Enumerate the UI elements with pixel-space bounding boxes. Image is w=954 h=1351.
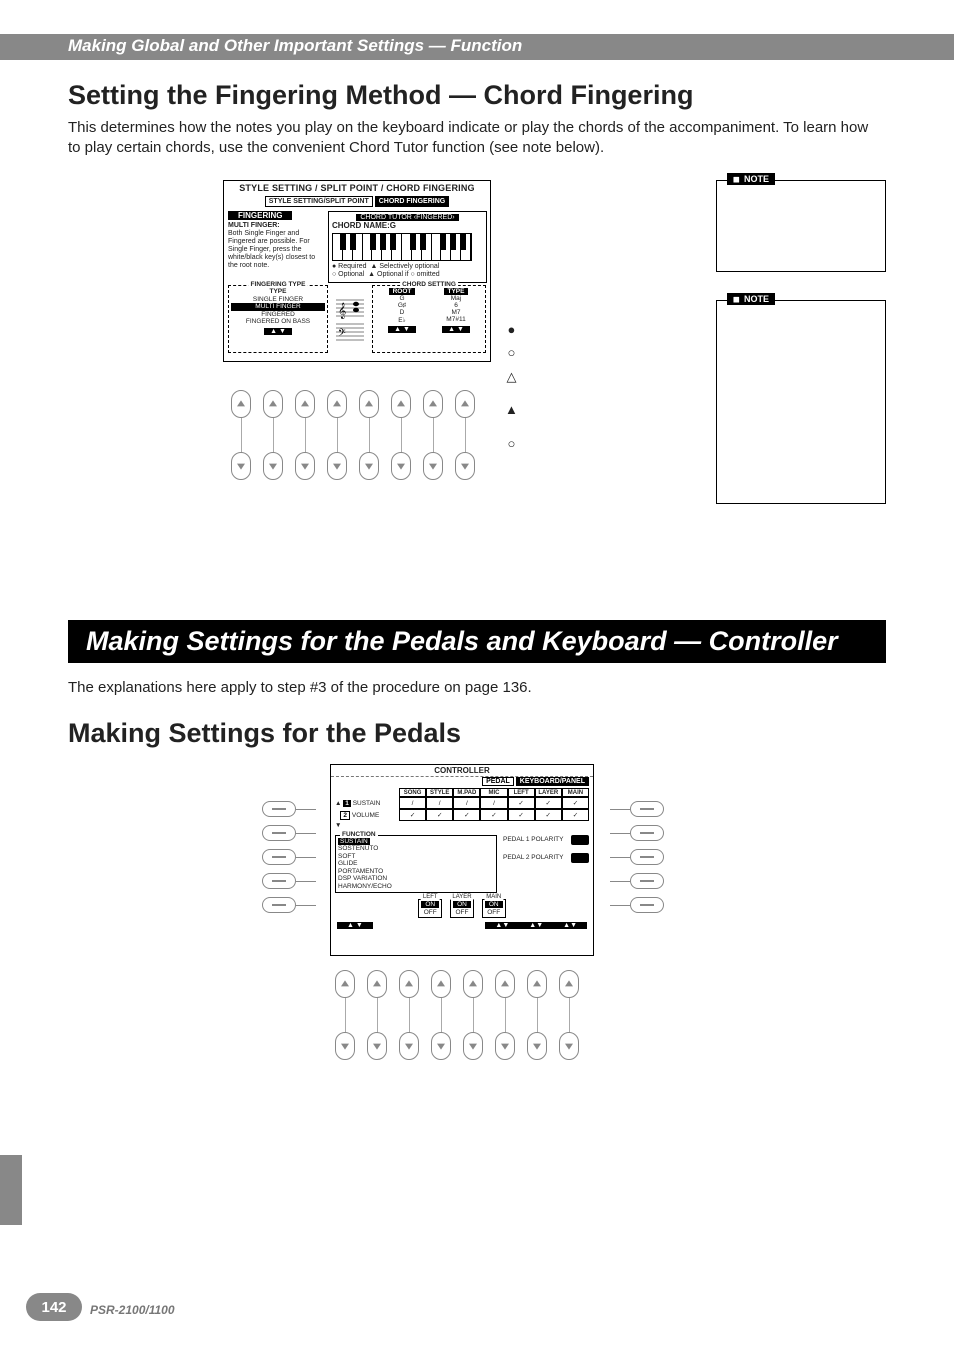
lcd1-tab-chord: CHORD FINGERING xyxy=(375,196,450,207)
panel-buttons-2 xyxy=(332,970,582,1060)
panel-btn-down[interactable] xyxy=(527,1032,547,1060)
panel-btn-down[interactable] xyxy=(327,452,347,480)
lcd1-title: STYLE SETTING / SPLIT POINT / CHORD FING… xyxy=(224,181,490,195)
panel-btn-up[interactable] xyxy=(327,390,347,418)
panel-btn-down[interactable] xyxy=(231,452,251,480)
section2-black-bar: Making Settings for the Pedals and Keybo… xyxy=(68,620,886,663)
side-button-e[interactable] xyxy=(262,894,320,916)
panel-btn-up[interactable] xyxy=(559,970,579,998)
onoff-main: MAIN ONOFF xyxy=(482,899,506,918)
breadcrumb: Making Global and Other Important Settin… xyxy=(68,36,522,56)
panel-btn-up[interactable] xyxy=(231,390,251,418)
row-arrow-icon: ▲ xyxy=(335,800,341,807)
panel-btn-up[interactable] xyxy=(335,970,355,998)
side-button-h[interactable] xyxy=(606,846,664,868)
panel-btn-down[interactable] xyxy=(455,452,475,480)
fingering-type-box: FINGERING TYPE TYPE SINGLE FINGER MULTI … xyxy=(228,285,328,353)
type-arrows: ▲ ▼ xyxy=(264,328,292,335)
note-label: NOTE xyxy=(727,293,775,305)
page-number: 142 xyxy=(26,1293,82,1321)
panel-btn-down[interactable] xyxy=(495,1032,515,1060)
panel-btn-up[interactable] xyxy=(263,390,283,418)
lcd-chord-fingering: STYLE SETTING / SPLIT POINT / CHORD FING… xyxy=(223,180,491,362)
panel-btn-up[interactable] xyxy=(527,970,547,998)
panel-btn-down[interactable] xyxy=(359,452,379,480)
staff-icon: 𝄞 𝄢 xyxy=(332,285,368,353)
lcd1-tab-style: STYLE SETTING/SPLIT POINT xyxy=(265,196,373,207)
panel-btn-down[interactable] xyxy=(263,452,283,480)
side-button-i[interactable] xyxy=(606,870,664,892)
type-onbass: FINGERED ON BASS xyxy=(231,318,325,325)
fingering-name: MULTI FINGER: xyxy=(228,222,324,230)
side-button-f[interactable] xyxy=(606,798,664,820)
lcd2-tabs: PEDAL KEYBOARD/PANEL xyxy=(331,777,593,786)
chord-name: CHORD NAME:G xyxy=(332,221,483,230)
side-button-j[interactable] xyxy=(606,894,664,916)
panel-btn-up[interactable] xyxy=(495,970,515,998)
note-label: NOTE xyxy=(727,173,775,185)
svg-text:𝄢: 𝄢 xyxy=(338,327,346,341)
legend: ● Required ▲ Selectively optional ○ Opti… xyxy=(332,263,483,280)
row-arrow-icon: ▼ xyxy=(335,822,589,829)
header-bar: Making Global and Other Important Settin… xyxy=(0,34,954,60)
panel-btn-up[interactable] xyxy=(423,390,443,418)
chord-setting-box: CHORD SETTING ROOT TYPE GMaj G♯6 DM7 E♭M… xyxy=(372,285,486,353)
panel-btn-up[interactable] xyxy=(391,390,411,418)
symbol-column: ● ○ △ ▲ ○ xyxy=(505,318,518,455)
panel-btn-up[interactable] xyxy=(359,390,379,418)
polarity-column: PEDAL 1 POLARITY PEDAL 2 POLARITY xyxy=(503,835,589,893)
panel-btn-down[interactable] xyxy=(431,1032,451,1060)
panel-btn-down[interactable] xyxy=(367,1032,387,1060)
panel-btn-up[interactable] xyxy=(463,970,483,998)
panel-btn-down[interactable] xyxy=(399,1032,419,1060)
section2-title: Making Settings for the Pedals xyxy=(68,718,461,749)
panel-btn-down[interactable] xyxy=(463,1032,483,1060)
panel-btn-up[interactable] xyxy=(399,970,419,998)
panel-btn-down[interactable] xyxy=(295,452,315,480)
panel-buttons-1 xyxy=(228,390,478,480)
panel-btn-down[interactable] xyxy=(423,452,443,480)
lcd-controller: CONTROLLER PEDAL KEYBOARD/PANEL SONGSTYL… xyxy=(330,764,594,956)
side-button-d[interactable] xyxy=(262,870,320,892)
panel-btn-up[interactable] xyxy=(431,970,451,998)
type-single: SINGLE FINGER xyxy=(231,296,325,303)
panel-btn-up[interactable] xyxy=(455,390,475,418)
function-box: FUNCTION SUSTAIN SOSTENUTO SOFT GLIDE PO… xyxy=(335,835,497,893)
panel-btn-up[interactable] xyxy=(295,390,315,418)
panel-btn-up[interactable] xyxy=(367,970,387,998)
note-box-2: NOTE xyxy=(716,300,886,504)
side-button-c[interactable] xyxy=(262,846,320,868)
polarity-switch-icon xyxy=(571,835,589,845)
onoff-left: LEFT ONOFF xyxy=(418,899,442,918)
fingering-label: FINGERING xyxy=(228,211,292,220)
lcd1-tabs: STYLE SETTING/SPLIT POINT CHORD FINGERIN… xyxy=(224,195,490,209)
lcd1-fingering-panel: FINGERING MULTI FINGER: Both Single Fing… xyxy=(224,209,328,285)
page-side-tab xyxy=(0,1155,22,1225)
panel-btn-down[interactable] xyxy=(335,1032,355,1060)
onoff-layer: LAYER ONOFF xyxy=(450,899,474,918)
panel-btn-down[interactable] xyxy=(391,452,411,480)
polarity-switch-icon xyxy=(571,853,589,863)
side-button-a[interactable] xyxy=(262,798,320,820)
section1-intro: This determines how the notes you play o… xyxy=(68,118,878,159)
lcd1-chord-tutor-panel: CHORD TUTOR ‹FINGERED› CHORD NAME:G ● Re… xyxy=(328,211,487,283)
fingering-desc: Both Single Finger and Fingered are poss… xyxy=(228,230,324,270)
side-button-b[interactable] xyxy=(262,822,320,844)
note-box-1: NOTE xyxy=(716,180,886,272)
type-multi: MULTI FINGER xyxy=(231,303,325,310)
chord-tutor-label: CHORD TUTOR ‹FINGERED› xyxy=(356,214,458,221)
section2-intro: The explanations here apply to step #3 o… xyxy=(68,678,878,698)
side-button-g[interactable] xyxy=(606,822,664,844)
svg-text:𝄞: 𝄞 xyxy=(338,303,346,319)
section1-title: Setting the Fingering Method — Chord Fin… xyxy=(68,80,693,111)
type-fingered: FINGERED xyxy=(231,311,325,318)
keyboard-diagram xyxy=(332,233,472,261)
panel-btn-down[interactable] xyxy=(559,1032,579,1060)
footer-model: PSR-2100/1100 xyxy=(90,1303,175,1317)
lcd2-title: CONTROLLER xyxy=(331,765,593,777)
